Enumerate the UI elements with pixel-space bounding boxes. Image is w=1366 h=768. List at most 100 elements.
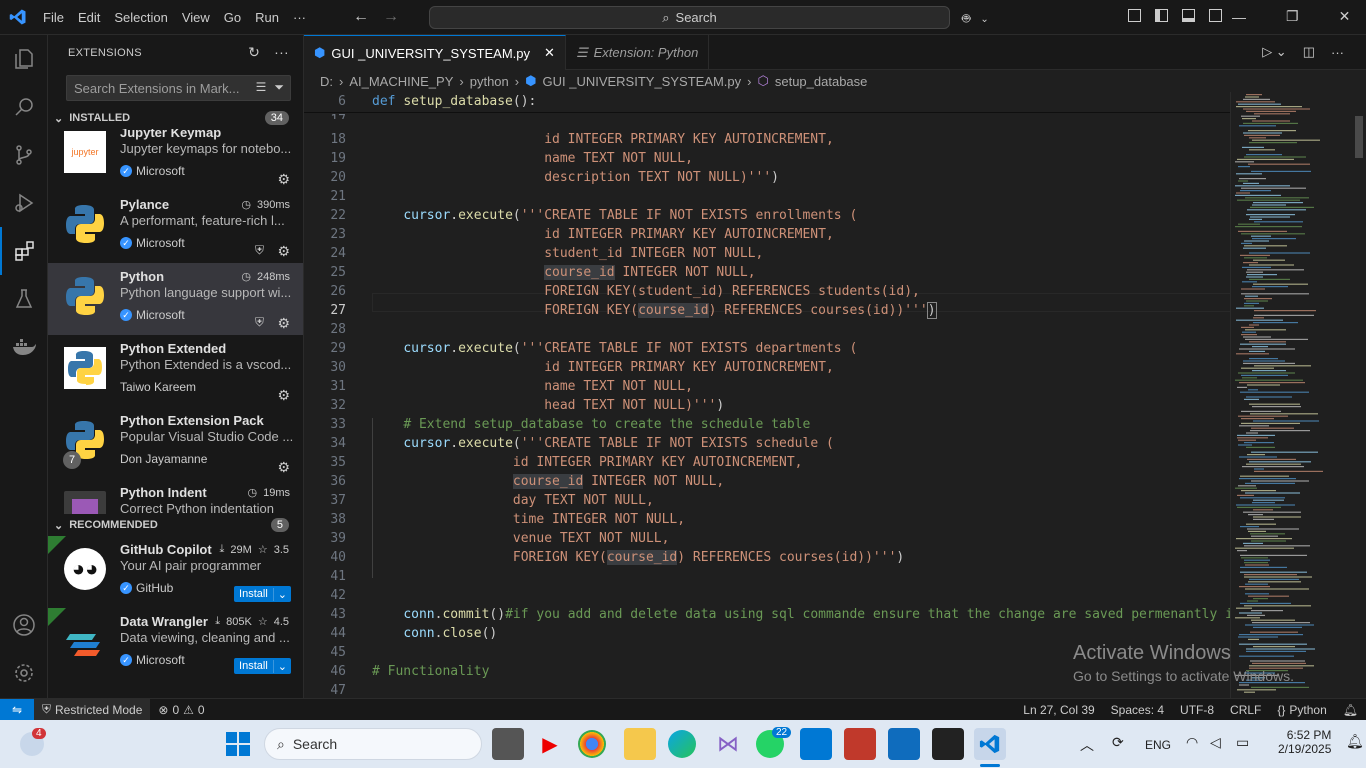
- extension-item-data-wrangler[interactable]: Data Wrangler Data viewing, cleaning and…: [48, 608, 303, 680]
- install-button[interactable]: Install ⌄: [234, 586, 291, 602]
- breadcrumb-file[interactable]: GUI _UNIVERSITY_SYSTEAM.py: [542, 74, 741, 89]
- installed-section-header[interactable]: ⌄ INSTALLED 34: [48, 107, 303, 129]
- manage-gear-icon[interactable]: [0, 649, 48, 697]
- extension-item-github-copilot[interactable]: ◕◕ GitHub Copilot Your AI pair programme…: [48, 536, 303, 608]
- breadcrumb-folder[interactable]: AI_MACHINE_PY: [349, 74, 453, 89]
- source-control-icon[interactable]: [0, 131, 48, 179]
- end-of-line[interactable]: CRLF: [1222, 703, 1269, 717]
- wifi-icon[interactable]: ◠: [1186, 734, 1198, 751]
- chrome-icon[interactable]: [578, 730, 606, 758]
- notifications-icon[interactable]: 🔔︎: [1335, 703, 1366, 717]
- chevron-down-icon[interactable]: ⌄: [272, 659, 291, 673]
- chevron-down-icon[interactable]: ⌄: [272, 587, 291, 601]
- filter-icon[interactable]: ⏷: [274, 80, 284, 95]
- run-debug-icon[interactable]: [0, 179, 48, 227]
- close-icon[interactable]: ✕: [1339, 8, 1351, 25]
- menu-item-2[interactable]: Selection: [107, 0, 174, 35]
- toggle-primary-sidebar-icon[interactable]: [1155, 9, 1168, 22]
- back-arrow-icon[interactable]: ←: [353, 8, 369, 26]
- vscode-logo-icon[interactable]: [0, 0, 36, 35]
- terminal-icon[interactable]: [932, 728, 964, 760]
- extension-item-python-extended[interactable]: Python Extended Python Extended is a vsc…: [48, 335, 303, 407]
- restore-icon[interactable]: ❐: [1286, 8, 1299, 25]
- scrollbar-thumb[interactable]: [1355, 116, 1363, 158]
- layout-customize-icon[interactable]: [1128, 9, 1141, 22]
- editor-scrollbar[interactable]: [1352, 92, 1366, 698]
- edge-icon[interactable]: [668, 730, 696, 758]
- restricted-mode[interactable]: ⛨ Restricted Mode: [34, 698, 151, 721]
- minimap-line: [1252, 286, 1288, 288]
- windows-start-icon[interactable]: [226, 732, 250, 756]
- command-center-search[interactable]: ⌕ Search: [429, 6, 950, 29]
- more-actions-icon[interactable]: ···: [1331, 45, 1344, 60]
- vscode-taskbar-icon[interactable]: [974, 728, 1006, 760]
- toggle-secondary-sidebar-icon[interactable]: [1209, 9, 1222, 22]
- close-icon[interactable]: ✕: [544, 45, 555, 61]
- show-hidden-icons[interactable]: ︿: [1080, 735, 1094, 755]
- run-python-icon[interactable]: ▷ ⌄: [1262, 44, 1287, 60]
- remote-icon[interactable]: ⇋: [0, 698, 34, 721]
- network-sync-icon[interactable]: ⟳: [1112, 734, 1124, 751]
- menu-item-5[interactable]: Run: [248, 0, 286, 35]
- microsoft-store-icon[interactable]: [800, 728, 832, 760]
- testing-icon[interactable]: [0, 275, 48, 323]
- extension-item-jupyter-keymap[interactable]: jupyter Jupyter Keymap Jupyter keymaps f…: [48, 129, 303, 191]
- menu-item-3[interactable]: View: [175, 0, 217, 35]
- minimap-line: [1243, 511, 1301, 513]
- split-editor-icon[interactable]: ◫: [1303, 44, 1315, 60]
- file-explorer-icon[interactable]: [624, 728, 656, 760]
- toggle-panel-icon[interactable]: [1182, 9, 1195, 22]
- breadcrumb-symbol[interactable]: setup_database: [775, 74, 868, 89]
- accounts-icon[interactable]: [0, 601, 48, 649]
- copilot-icon[interactable]: 🤖︎ ⌄: [962, 9, 989, 29]
- extensions-icon[interactable]: [0, 227, 48, 275]
- problems-indicator[interactable]: ⊗ 0 ⚠ 0: [150, 703, 212, 717]
- language-indicator[interactable]: ENG: [1145, 738, 1171, 752]
- docker-icon[interactable]: [0, 323, 48, 371]
- tab-extension-python[interactable]: ☰ Extension: Python: [566, 35, 710, 70]
- extension-item-python-extension-pack[interactable]: 7 Python Extension Pack Popular Visual S…: [48, 407, 303, 479]
- extension-item-python[interactable]: Python Python language support wi... ✓ Mi…: [48, 263, 303, 335]
- clear-list-icon[interactable]: ☰: [256, 80, 267, 95]
- indentation[interactable]: Spaces: 4: [1103, 703, 1172, 717]
- manage-gear-icon[interactable]: ⚙: [277, 243, 290, 260]
- manage-gear-icon[interactable]: ⚙: [277, 459, 290, 476]
- language-mode[interactable]: {} Python: [1269, 703, 1334, 717]
- tab-gui-university[interactable]: ⬢ GUI _UNIVERSITY_SYSTEAM.py ✕: [304, 35, 566, 70]
- outlook-icon[interactable]: [888, 728, 920, 760]
- extensions-search-input[interactable]: Search Extensions in Mark... ☰ ⏷: [66, 75, 291, 101]
- menu-item-0[interactable]: File: [36, 0, 71, 35]
- minimap[interactable]: [1230, 92, 1350, 698]
- menu-item-6[interactable]: ···: [286, 0, 313, 35]
- menu-item-4[interactable]: Go: [217, 0, 248, 35]
- visual-studio-icon[interactable]: ⋈: [712, 728, 744, 760]
- volume-icon[interactable]: ◁: [1210, 734, 1221, 751]
- explorer-icon[interactable]: [0, 35, 48, 83]
- app-icon[interactable]: [844, 728, 876, 760]
- search-icon[interactable]: [0, 83, 48, 131]
- extension-item-pylance[interactable]: Pylance A performant, feature-rich l... …: [48, 191, 303, 263]
- taskbar-search[interactable]: ⌕ Search: [264, 728, 482, 760]
- more-actions-icon[interactable]: ···: [274, 44, 289, 61]
- battery-icon[interactable]: ▭: [1236, 734, 1249, 751]
- encoding[interactable]: UTF-8: [1172, 703, 1222, 717]
- clock[interactable]: 6:52 PM 2/19/2025: [1278, 728, 1331, 756]
- task-view-icon[interactable]: [492, 728, 524, 760]
- refresh-icon[interactable]: ↻: [248, 44, 260, 61]
- notification-bell-icon[interactable]: 🔔︎: [1346, 733, 1364, 750]
- code-editor[interactable]: 6 def setup_database(): 17 18 id INTEGER…: [304, 92, 1366, 698]
- manage-gear-icon[interactable]: ⚙: [277, 171, 290, 188]
- breadcrumb-drive[interactable]: D:: [320, 74, 333, 89]
- manage-gear-icon[interactable]: ⚙: [277, 387, 290, 404]
- install-button[interactable]: Install ⌄: [234, 658, 291, 674]
- recommended-section-header[interactable]: ⌄ RECOMMENDED 5: [48, 514, 303, 536]
- manage-gear-icon[interactable]: ⚙: [277, 315, 290, 332]
- minimap-line: [1240, 602, 1291, 604]
- minimize-icon[interactable]: —: [1232, 9, 1246, 25]
- youtube-icon[interactable]: ▶: [534, 728, 566, 760]
- forward-arrow-icon[interactable]: →: [383, 8, 399, 26]
- cursor-position[interactable]: Ln 27, Col 39: [1015, 703, 1102, 717]
- extension-item-python-indent[interactable]: Python Indent Correct Python indentation…: [48, 479, 303, 514]
- menu-item-1[interactable]: Edit: [71, 0, 107, 35]
- breadcrumb-subfolder[interactable]: python: [470, 74, 509, 89]
